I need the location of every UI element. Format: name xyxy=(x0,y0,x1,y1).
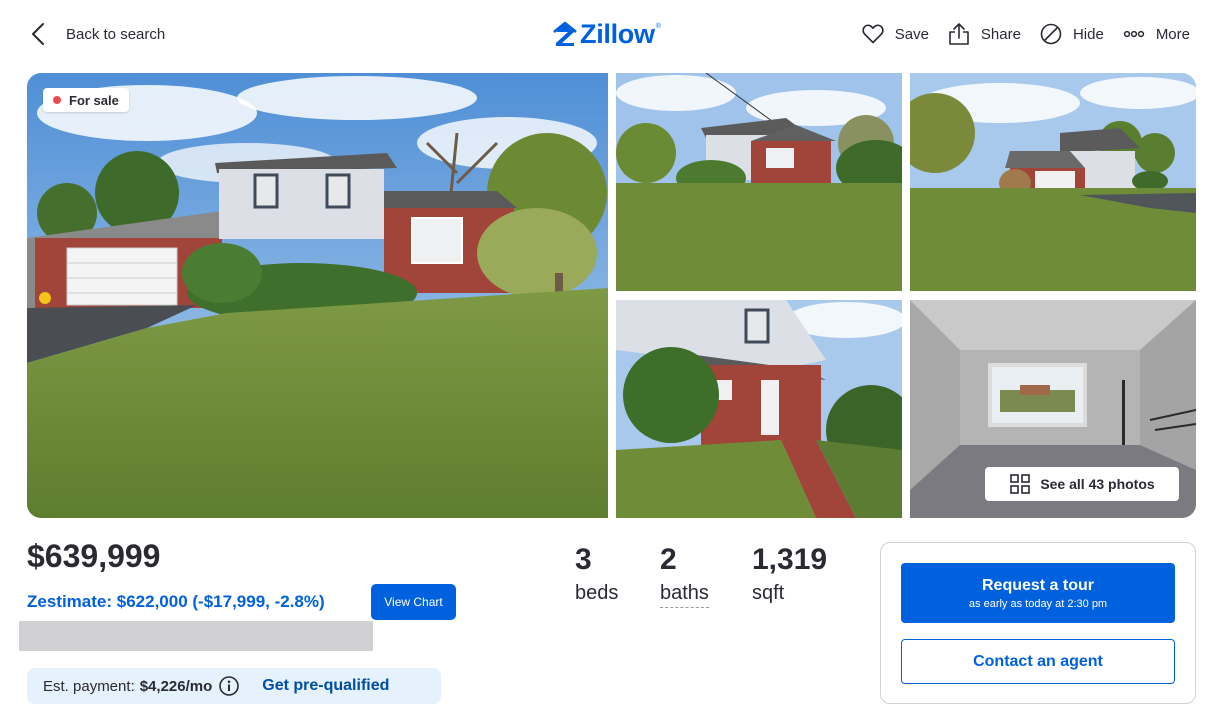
beds-value: 3 xyxy=(575,543,592,576)
zillow-logo-icon xyxy=(553,21,577,46)
see-all-label: See all 43 photos xyxy=(1040,476,1155,492)
more-icon xyxy=(1123,30,1144,38)
photo-gallery: For sale See all 43 photos xyxy=(27,73,1196,518)
for-sale-dot-icon xyxy=(53,96,61,104)
gallery-photo-1[interactable] xyxy=(616,73,902,291)
zestimate-text[interactable]: Zestimate: $622,000 (-$17,999, -2.8%) xyxy=(27,592,325,612)
share-icon xyxy=(949,23,969,45)
grid-icon xyxy=(1010,474,1031,494)
brand-name: Zillow xyxy=(580,18,655,49)
chevron-left-icon xyxy=(32,23,44,45)
gallery-photo-2[interactable] xyxy=(910,73,1196,291)
beds-fact: 3 beds xyxy=(575,542,618,606)
sqft-value: 1,319 xyxy=(752,543,828,576)
house-side-image xyxy=(616,73,902,291)
est-payment-bar: Est. payment: $4,226/mo Get pre-qualifie… xyxy=(27,668,441,704)
sqft-unit: sqft xyxy=(752,582,785,604)
save-button[interactable]: Save xyxy=(861,22,929,46)
get-prequalified-link[interactable]: Get pre-qualified xyxy=(262,677,389,695)
heart-icon xyxy=(862,24,884,44)
hide-button[interactable]: Hide xyxy=(1039,22,1104,46)
est-payment-amount: $4,226/mo xyxy=(139,677,213,695)
contact-agent-button[interactable]: Contact an agent xyxy=(901,639,1175,684)
baths-value: 2 xyxy=(660,543,677,576)
back-label: Back to search xyxy=(66,25,166,43)
request-tour-label: Request a tour xyxy=(981,576,1094,594)
back-to-search-link[interactable]: Back to search xyxy=(28,20,165,48)
house-street-image xyxy=(910,73,1196,291)
request-tour-subtext: as early as today at 2:30 pm xyxy=(968,597,1108,610)
beds-unit: beds xyxy=(575,582,619,604)
zillow-logo[interactable]: Zillow ® xyxy=(553,19,661,49)
more-label: More xyxy=(1155,25,1190,43)
page-header: Back to search Zillow ® Save Share Hide … xyxy=(0,0,1208,68)
gallery-photo-3[interactable] xyxy=(616,300,902,518)
baths-fact: 2 baths xyxy=(660,542,709,608)
listing-price: $639,999 xyxy=(27,538,161,574)
brand-mark: ® xyxy=(655,23,661,30)
share-button[interactable]: Share xyxy=(947,22,1021,46)
baths-unit[interactable]: baths xyxy=(660,580,709,608)
request-tour-button[interactable]: Request a tour as early as today at 2:30… xyxy=(901,563,1175,623)
house-front-image xyxy=(27,73,608,518)
header-actions: Save Share Hide More xyxy=(843,20,1190,48)
share-label: Share xyxy=(980,25,1021,43)
est-payment-label: Est. payment: xyxy=(43,677,135,695)
save-label: Save xyxy=(894,25,929,43)
see-all-photos-button[interactable]: See all 43 photos xyxy=(985,467,1179,501)
placeholder-bar xyxy=(19,621,373,651)
main-photo[interactable]: For sale xyxy=(27,73,608,518)
more-button[interactable]: More xyxy=(1122,22,1190,46)
status-badge-label: For sale xyxy=(69,92,119,108)
hide-label: Hide xyxy=(1072,25,1104,43)
contact-card: Request a tour as early as today at 2:30… xyxy=(880,542,1196,704)
hide-icon xyxy=(1040,23,1062,45)
info-icon[interactable] xyxy=(218,675,240,697)
status-badge: For sale xyxy=(43,88,129,112)
house-walkway-image xyxy=(616,300,902,518)
view-chart-button[interactable]: View Chart xyxy=(371,584,456,620)
sqft-fact: 1,319 sqft xyxy=(752,542,827,606)
